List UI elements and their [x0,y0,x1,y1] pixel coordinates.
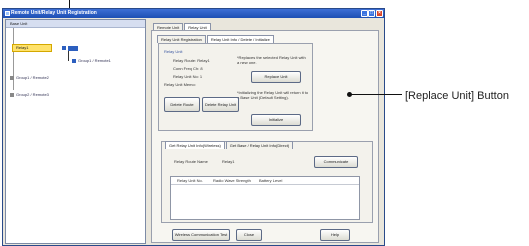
initialize-note: *Initializing the Relay Unit will return… [237,90,309,100]
node-icon [10,75,14,80]
column-header: Radio Wave Strength [213,178,251,183]
sub-tabs: Relay Unit Registration Relay Unit Info /… [157,35,275,43]
close-icon[interactable]: × [376,10,383,17]
tab-relay-registration[interactable]: Relay Unit Registration [157,35,206,43]
relay-node-icon [62,46,66,50]
tab-relay-info[interactable]: Relay Unit Info / Delete / Initialize [206,35,274,43]
close-button[interactable]: Close [236,229,262,241]
tree-item-label: Group1 / Remote1 [78,58,111,63]
conn-freq-label: Conn Freq Ch: 8 [173,66,203,71]
node-icon [72,58,76,63]
remote-node-icon [68,46,78,51]
main-tabs: Remote Unit Relay Unit [153,23,212,31]
route-name-label: Relay Route: Relay1 [173,58,210,63]
maximize-icon[interactable]: □ [368,10,375,17]
tree-header: Base Unit [6,20,145,28]
title-bar: Remote Unit/Relay Unit Registration _ □ … [3,9,384,18]
relay-unit-no-label: Relay Unit No: 1 [173,74,203,79]
minimize-icon[interactable]: _ [361,10,368,17]
delete-relay-unit-button[interactable]: Delete Relay Unit [202,97,239,112]
app-icon [5,11,10,16]
column-header: Relay Unit No. [177,178,203,183]
window-title: Remote Unit/Relay Unit Registration [11,10,97,16]
tab-get-info-wireless[interactable]: Get Relay Unit Info(Wireless) [165,141,225,149]
help-button[interactable]: Help [320,229,350,241]
tree-item-group2-remote3[interactable]: Group2 / Remote3 [10,92,49,98]
tree-item-relay[interactable]: Relay1 [12,44,52,52]
callout-dot [347,92,352,97]
callout-label: [Replace Unit] Button [405,90,509,102]
right-panel: Remote Unit Relay Unit Relay Unit Registr… [148,19,384,245]
replace-unit-button[interactable]: Replace Unit [251,71,301,83]
route-name-label: Relay Route Name [174,159,208,164]
tree-item-group1-remote2[interactable]: Group1 / Remote2 [10,75,49,81]
tree-item-group1-remote1[interactable]: Group1 / Remote1 [72,58,111,64]
group-title: Relay Unit [164,49,183,54]
tree-item-label: Group2 / Remote3 [16,92,49,97]
communicate-button[interactable]: Communicate [314,156,358,168]
route-name-value: Relay1 [222,159,235,164]
info-tabs: Get Relay Unit Info(Wireless) Get Base / … [165,141,294,149]
relay-info-group: Get Relay Unit Info(Wireless) Get Base / … [161,141,373,223]
tree-connector-2 [68,51,69,61]
callout-line [350,94,402,95]
registration-window: Remote Unit/Relay Unit Registration _ □ … [2,8,385,246]
wireless-test-button[interactable]: Wireless Communication Test [172,229,230,241]
column-header: Battery Level [259,178,283,183]
replace-note: *Replaces the selected Relay Unit with a… [237,55,306,65]
relay-memo-label: Relay Unit Memo: [164,82,196,87]
delete-route-button[interactable]: Delete Route [164,97,200,112]
relay-label: Relay1 [16,45,29,50]
initialize-button[interactable]: Initialize [251,114,301,126]
tree-item-label: Group1 / Remote2 [16,75,49,80]
relay-unit-group: Relay Unit Relay Route: Relay1 Conn Freq… [158,43,313,131]
unit-tree: Base Unit Relay1 Group1 / Remote1 Group1… [5,19,146,244]
node-icon [10,92,14,97]
relay-tab-content: Relay Unit Registration Relay Unit Info /… [151,30,379,243]
table-header: Relay Unit No. Radio Wave Strength Batte… [171,177,359,185]
relay-info-table: Relay Unit No. Radio Wave Strength Batte… [170,176,360,220]
tab-get-info-direct[interactable]: Get Base / Relay Unit Info(Direct) [225,141,294,149]
